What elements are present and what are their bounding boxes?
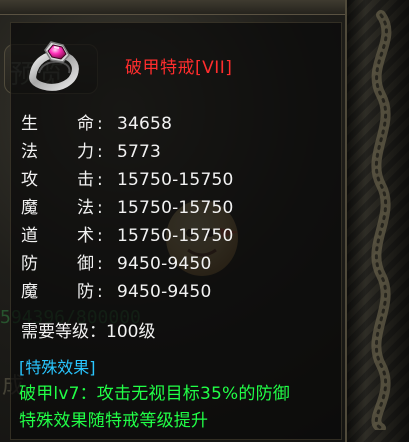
stat-value: 5773 — [117, 142, 162, 162]
stat-colon: : — [97, 142, 103, 162]
game-screen: 预览 594396/800000 成 — [0, 0, 409, 442]
stat-colon: : — [97, 254, 103, 274]
stat-colon: : — [97, 282, 103, 302]
stat-label-char2: 术 — [77, 226, 94, 246]
stat-row-mp: 法 力 : 5773 — [21, 140, 331, 164]
ring-icon — [29, 41, 79, 91]
stat-row-hp: 生 命 : 34658 — [21, 112, 331, 136]
stat-value: 15750-15750 — [117, 170, 234, 190]
stat-label-char1: 防 — [21, 254, 38, 274]
stat-row-tao: 道 术 : 15750-15750 — [21, 224, 331, 248]
stat-label-char1: 道 — [21, 226, 38, 246]
stat-colon: : — [97, 114, 103, 134]
stat-label-char1: 生 — [21, 114, 38, 134]
stat-label-char2: 御 — [77, 254, 94, 274]
serpent-ornament-icon — [371, 10, 392, 430]
stat-value: 9450-9450 — [117, 282, 212, 302]
stat-label-char2: 命 — [77, 114, 94, 134]
stat-row-magic: 魔 法 : 15750-15750 — [21, 196, 331, 220]
stat-value: 34658 — [117, 114, 173, 134]
top-frame — [0, 0, 347, 15]
stat-row-attack: 攻 击 : 15750-15750 — [21, 168, 331, 192]
stat-value: 15750-15750 — [117, 226, 234, 246]
item-title: 破甲特戒[VII] — [125, 58, 233, 78]
stat-label-char2: 力 — [77, 142, 94, 162]
stat-row-defense: 防 御 : 9450-9450 — [21, 252, 331, 276]
item-tooltip: 破甲特戒[VII] 生 命 : 34658 法 力 : 5773 攻 击 : 1… — [10, 22, 342, 440]
required-level: 需要等级：100级 — [21, 322, 156, 342]
special-effect-line-2: 特殊效果随特戒等级提升 — [19, 411, 209, 431]
stat-colon: : — [97, 198, 103, 218]
stat-label-char1: 魔 — [21, 282, 38, 302]
stat-label-char1: 法 — [21, 142, 38, 162]
stat-colon: : — [97, 170, 103, 190]
stat-row-magic-defense: 魔 防 : 9450-9450 — [21, 280, 331, 304]
stat-label-char1: 魔 — [21, 198, 38, 218]
stat-label-char1: 攻 — [21, 170, 38, 190]
special-effect-header: [特殊效果] — [19, 358, 96, 377]
stat-label-char2: 法 — [77, 198, 94, 218]
stat-label-char2: 击 — [77, 170, 94, 190]
stat-colon: : — [97, 226, 103, 246]
stat-value: 9450-9450 — [117, 254, 212, 274]
stat-label-char2: 防 — [77, 282, 94, 302]
special-effect-line-1: 破甲lv7：攻击无视目标35%的防御 — [19, 384, 290, 404]
stat-value: 15750-15750 — [117, 198, 234, 218]
right-frame — [345, 0, 409, 442]
